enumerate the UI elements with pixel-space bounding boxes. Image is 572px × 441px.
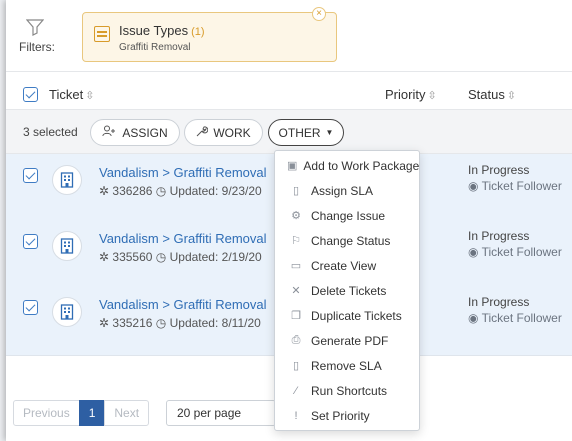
menu-item-set-priority[interactable]: ! Set Priority	[275, 403, 419, 428]
table-header: Ticket ⇳ Priority ⇳ Status ⇳	[6, 80, 572, 110]
magic-wand-icon: ⁄	[295, 384, 297, 397]
assign-button[interactable]: ASSIGN	[90, 119, 180, 146]
work-label: WORK	[213, 125, 251, 140]
ticket-title-link[interactable]: Vandalism > Graffiti Removal	[99, 231, 267, 246]
funnel-icon[interactable]	[26, 18, 44, 36]
pagination: Previous 1 Next	[13, 400, 150, 426]
ticket-follower: ◉ Ticket Follower	[468, 311, 562, 325]
menu-item-duplicate-tickets[interactable]: ❐ Duplicate Tickets	[275, 303, 419, 328]
thermometer-icon: ▯	[292, 185, 300, 197]
exclamation-icon: !	[294, 409, 298, 422]
previous-page-button[interactable]: Previous	[13, 400, 80, 426]
filter-chip-count: (1)	[191, 26, 205, 38]
row-checkbox[interactable]	[23, 300, 38, 315]
sort-icon[interactable]: ⇳	[427, 90, 436, 102]
ticket-id: 336286	[112, 184, 153, 198]
work-button[interactable]: WORK	[184, 119, 263, 146]
eye-icon: ◉	[468, 245, 482, 259]
ticket-id: 335560	[112, 250, 153, 264]
building-icon	[52, 165, 82, 195]
ticket-meta: ✲ 335216 ◷ Updated: 8/11/20	[99, 316, 261, 330]
ticket-id: 335216	[112, 316, 153, 330]
caret-down-icon: ▼	[325, 128, 334, 137]
ticket-meta: ✲ 335560 ◷ Updated: 2/19/20	[99, 250, 262, 264]
column-header-ticket[interactable]: Ticket ⇳	[49, 87, 94, 102]
select-all-checkbox[interactable]	[23, 87, 38, 102]
printer-icon: ⎙	[291, 334, 301, 346]
menu-item-add-to-work-package[interactable]: ▣ Add to Work Package	[275, 153, 419, 178]
menu-item-change-issue[interactable]: ⚙ Change Issue	[275, 203, 419, 228]
menu-item-remove-sla[interactable]: ▯ Remove SLA	[275, 353, 419, 378]
filter-chip-issue-types[interactable]: Issue Types (1) Graffiti Removal ×	[82, 7, 337, 62]
menu-item-generate-pdf[interactable]: ⎙ Generate PDF	[275, 328, 419, 353]
ticket-updated: Updated: 8/11/20	[169, 316, 261, 330]
thermometer-icon: ▯	[292, 360, 300, 372]
page-button-current[interactable]: 1	[78, 400, 106, 426]
clock-icon: ◷	[155, 184, 167, 198]
ticket-status: In Progress	[468, 163, 530, 177]
ticket-updated: Updated: 2/19/20	[169, 250, 262, 264]
clock-icon: ◷	[155, 316, 167, 330]
copy-icon: ❐	[291, 310, 301, 322]
menu-item-change-status[interactable]: ⚐ Change Status	[275, 228, 419, 253]
ticket-meta: ✲ 336286 ◷ Updated: 9/23/20	[99, 184, 262, 198]
column-header-priority[interactable]: Priority ⇳	[385, 87, 437, 102]
ticket-updated: Updated: 9/23/20	[169, 184, 262, 198]
menu-item-run-shortcuts[interactable]: ⁄ Run Shortcuts	[275, 378, 419, 403]
ticket-hash-icon: ✲	[99, 250, 113, 264]
clock-icon: ◷	[155, 250, 167, 264]
flag-icon: ⚐	[291, 235, 301, 247]
gear-icon: ⚙	[291, 210, 301, 222]
tickets-panel: Filters: Issue Types (1) Graffiti Removal…	[6, 0, 572, 441]
x-icon: ✕	[291, 285, 301, 297]
filter-chip-title: Issue Types (1)	[119, 23, 205, 38]
selected-count: 3 selected	[23, 125, 78, 139]
eye-icon: ◉	[468, 179, 482, 193]
filter-bar: Filters: Issue Types (1) Graffiti Removal…	[6, 0, 572, 72]
sort-icon[interactable]: ⇳	[507, 90, 516, 102]
ticket-title-link[interactable]: Vandalism > Graffiti Removal	[99, 297, 267, 312]
window-icon: ▭	[290, 260, 302, 272]
column-header-status[interactable]: Status ⇳	[468, 87, 516, 102]
ticket-follower: ◉ Ticket Follower	[468, 179, 562, 193]
eye-icon: ◉	[468, 311, 482, 325]
per-page-select[interactable]: 20 per page	[166, 400, 276, 426]
row-checkbox[interactable]	[23, 234, 38, 249]
ticket-hash-icon: ✲	[99, 316, 113, 330]
add-user-icon	[102, 125, 117, 140]
other-label: OTHER	[278, 125, 321, 140]
menu-item-create-view[interactable]: ▭ Create View	[275, 253, 419, 278]
filter-chip-value: Graffiti Removal	[119, 42, 191, 53]
briefcase-icon: ▣	[287, 160, 298, 172]
menu-item-delete-tickets[interactable]: ✕ Delete Tickets	[275, 278, 419, 303]
sort-icon[interactable]: ⇳	[85, 90, 94, 102]
building-icon	[52, 231, 82, 261]
ticket-status: In Progress	[468, 229, 530, 243]
other-button[interactable]: OTHER ▼	[268, 119, 344, 146]
close-icon[interactable]: ×	[312, 7, 326, 21]
bulk-action-bar: 3 selected ASSIGN WORK OTHER ▼	[6, 110, 572, 154]
list-icon	[94, 26, 110, 42]
other-actions-menu: ▣ Add to Work Package ▯ Assign SLA ⚙ Change…	[274, 150, 420, 431]
ticket-status: In Progress	[468, 295, 530, 309]
next-page-button[interactable]: Next	[104, 400, 150, 426]
row-checkbox[interactable]	[23, 168, 38, 183]
menu-item-assign-sla[interactable]: ▯ Assign SLA	[275, 178, 419, 203]
wrench-icon	[196, 125, 209, 140]
filters-label: Filters:	[19, 40, 55, 54]
ticket-hash-icon: ✲	[99, 184, 113, 198]
assign-label: ASSIGN	[122, 125, 168, 140]
ticket-follower: ◉ Ticket Follower	[468, 245, 562, 259]
building-icon	[52, 297, 82, 327]
ticket-title-link[interactable]: Vandalism > Graffiti Removal	[99, 165, 267, 180]
